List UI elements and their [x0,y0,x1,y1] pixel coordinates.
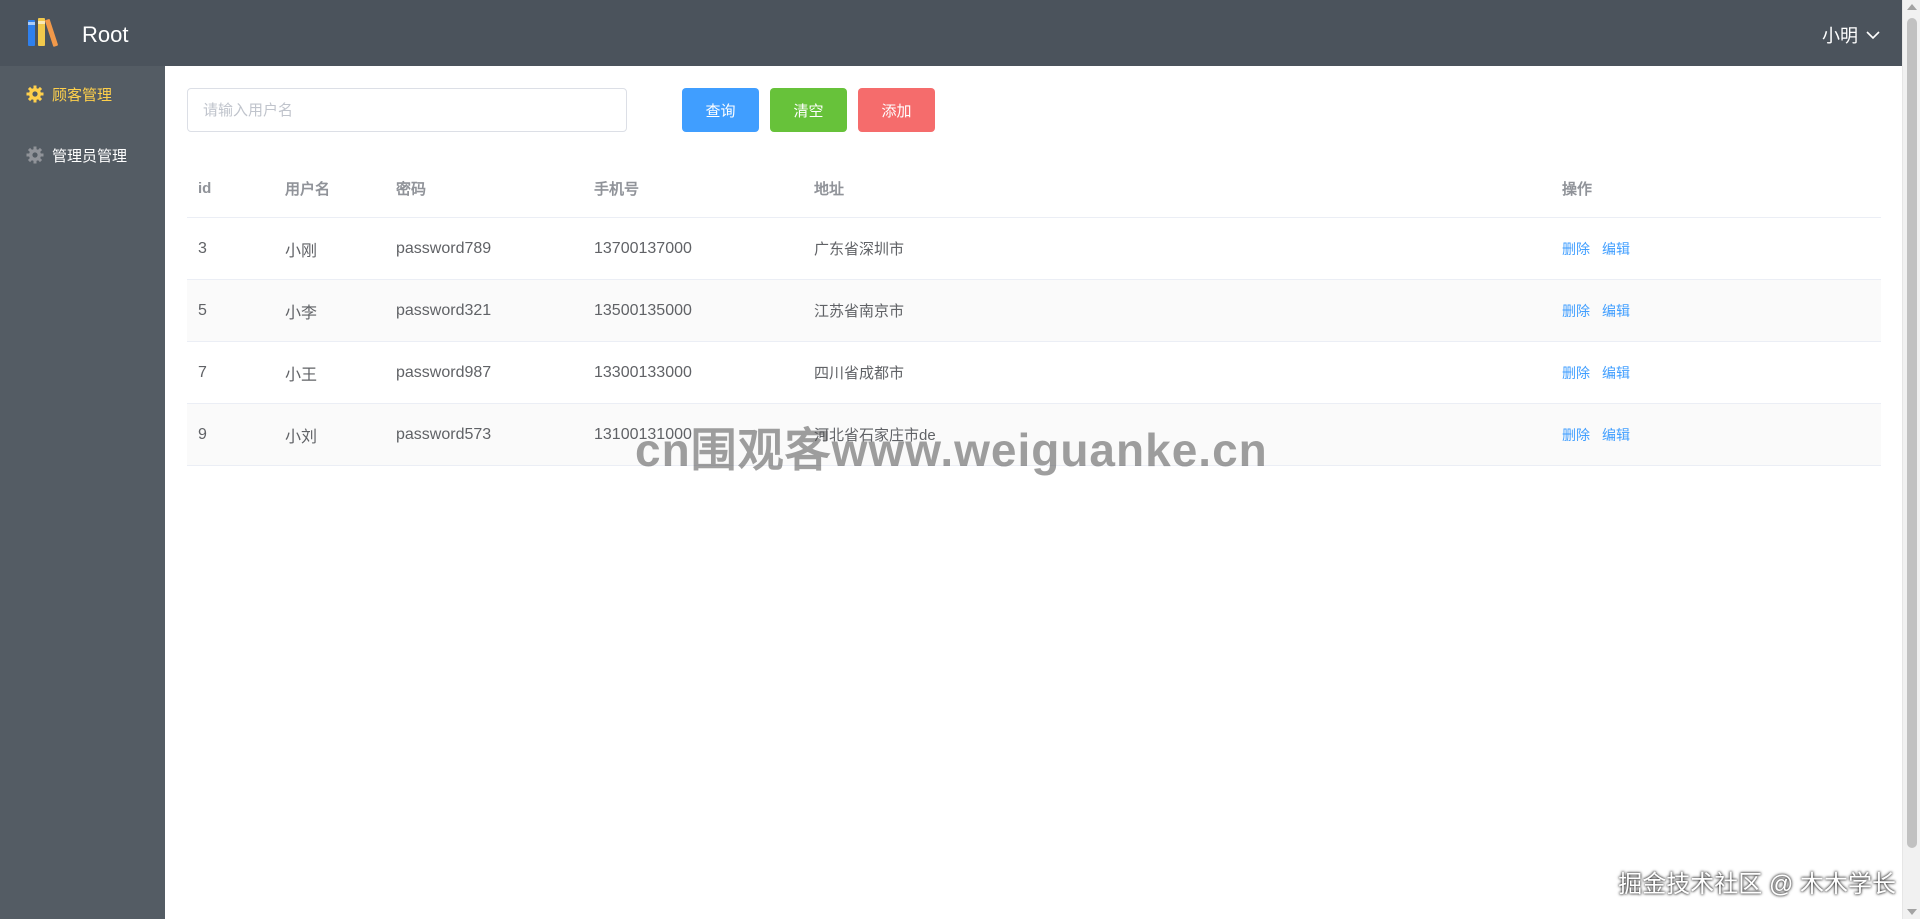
edit-link[interactable]: 编辑 [1602,425,1630,445]
sidebar-item-customer-management[interactable]: 顾客管理 [0,67,165,121]
cell-address: 广东省深圳市 [814,241,905,258]
cell-phone: 13700137000 [594,239,692,257]
cell-phone: 13500135000 [594,301,692,319]
cell-actions: 删除 编辑 [1562,404,1630,465]
cell-password: password789 [396,239,492,257]
cell-password: password321 [396,301,492,319]
cell-phone: 13300133000 [594,363,692,381]
cell-id: 9 [198,425,207,443]
add-button[interactable]: 添加 [858,88,935,132]
scroll-up-icon[interactable] [1907,4,1917,10]
edit-link[interactable]: 编辑 [1602,301,1630,321]
cell-id: 5 [198,301,207,319]
chevron-down-icon [1866,31,1880,40]
delete-link[interactable]: 删除 [1562,239,1590,259]
query-button[interactable]: 查询 [682,88,759,132]
column-header-actions: 操作 [1562,180,1593,198]
column-header-phone: 手机号 [594,180,640,198]
credit-watermark: 掘金技术社区 @ 木木学长 [1618,871,1896,898]
clear-button[interactable]: 清空 [770,88,847,132]
gear-icon [26,85,44,103]
cell-address: 江苏省南京市 [814,303,905,320]
cell-username: 小刚 [285,242,318,260]
cell-id: 7 [198,363,207,381]
delete-link[interactable]: 删除 [1562,425,1590,445]
cell-password: password987 [396,363,492,381]
sidebar-item-admin-management[interactable]: 管理员管理 [0,128,165,182]
sidebar-item-label: 顾客管理 [52,86,113,104]
cell-username: 小王 [285,366,318,384]
sidebar-item-label: 管理员管理 [52,147,128,165]
table-row: 7 小王 password987 13300133000 四川省成都市 删除 编… [187,342,1881,404]
edit-link[interactable]: 编辑 [1602,363,1630,383]
column-header-address: 地址 [814,180,845,198]
vertical-scrollbar[interactable] [1902,0,1920,919]
cell-address: 四川省成都市 [814,365,905,382]
customer-table: id 用户名 密码 手机号 地址 操作 3 小刚 password789 137… [187,159,1881,466]
cell-username: 小李 [285,304,318,322]
cell-address: 河北省石家庄市de [814,427,936,444]
cell-password: password573 [396,425,492,443]
cell-actions: 删除 编辑 [1562,280,1630,341]
books-logo-icon [28,18,58,47]
cell-phone: 13100131000 [594,425,692,443]
top-header: Root 小明 [0,0,1902,66]
table-row: 3 小刚 password789 13700137000 广东省深圳市 删除 编… [187,218,1881,280]
cell-username: 小刘 [285,428,318,446]
user-menu[interactable]: 小明 [1822,22,1880,48]
cell-actions: 删除 编辑 [1562,218,1630,279]
cell-actions: 删除 编辑 [1562,342,1630,403]
edit-link[interactable]: 编辑 [1602,239,1630,259]
sidebar: 顾客管理 管理员管理 [0,66,165,919]
user-name: 小明 [1822,26,1858,46]
column-header-username: 用户名 [285,180,331,198]
app-title: Root [82,22,129,47]
table-row: 9 小刘 password573 13100131000 河北省石家庄市de 删… [187,404,1881,466]
column-header-id: id [198,179,212,197]
gear-icon [26,146,44,164]
table-row: 5 小李 password321 13500135000 江苏省南京市 删除 编… [187,280,1881,342]
scroll-down-icon[interactable] [1907,909,1917,915]
cell-id: 3 [198,239,207,257]
delete-link[interactable]: 删除 [1562,363,1590,383]
table-header-row: id 用户名 密码 手机号 地址 操作 [187,159,1881,218]
scrollbar-thumb[interactable] [1907,18,1917,848]
column-header-password: 密码 [396,180,427,198]
username-search-input[interactable] [187,88,627,132]
delete-link[interactable]: 删除 [1562,301,1590,321]
